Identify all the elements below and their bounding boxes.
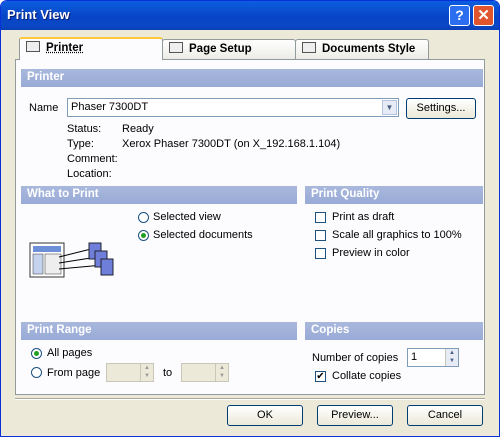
divider — [15, 398, 485, 400]
stepper-arrows-icon[interactable]: ▲ ▼ — [215, 364, 228, 381]
stepper-arrows-icon[interactable]: ▲ ▼ — [445, 349, 458, 366]
ok-button[interactable]: OK — [227, 405, 303, 426]
print-as-draft-checkbox[interactable] — [315, 212, 326, 223]
title-bar: Print View ? ✕ — [1, 1, 499, 30]
collate-copies-label[interactable]: Collate copies — [332, 370, 401, 382]
number-of-copies-label: Number of copies — [312, 352, 399, 364]
copies-header: Copies — [305, 322, 483, 340]
window-title: Print View — [7, 7, 70, 22]
from-page-stepper[interactable]: ▲ ▼ — [106, 363, 154, 382]
to-label: to — [163, 367, 173, 379]
tab-printer[interactable]: Printer — [19, 37, 163, 60]
preview-in-color-label[interactable]: Preview in color — [332, 247, 410, 259]
printer-section-header: Printer — [21, 69, 483, 87]
from-page-label[interactable]: From page — [47, 367, 100, 379]
status-label: Status: — [67, 123, 102, 135]
documents-style-icon — [302, 42, 316, 53]
printer-name-select[interactable]: Phaser 7300DT ▼ — [67, 98, 399, 117]
comment-label: Comment: — [67, 153, 118, 165]
number-of-copies-stepper[interactable]: 1 ▲ ▼ — [407, 348, 459, 367]
stepper-arrows-icon[interactable]: ▲ ▼ — [140, 364, 153, 381]
location-label: Location: — [67, 168, 112, 180]
all-pages-radio[interactable] — [31, 348, 42, 359]
all-pages-label[interactable]: All pages — [47, 347, 92, 359]
chevron-down-icon[interactable]: ▼ — [382, 100, 397, 115]
close-button[interactable]: ✕ — [473, 5, 494, 26]
what-to-print-header: What to Print — [21, 186, 297, 204]
printer-name-value: Phaser 7300DT — [71, 101, 149, 113]
cancel-button[interactable]: Cancel — [407, 405, 483, 426]
type-label: Type: — [67, 138, 94, 150]
settings-button[interactable]: Settings... — [406, 98, 476, 119]
selected-documents-label[interactable]: Selected documents — [153, 229, 253, 241]
page-setup-icon — [169, 42, 183, 53]
selected-view-radio[interactable] — [138, 212, 149, 223]
tab-page-setup[interactable]: Page Setup — [162, 39, 296, 59]
selected-view-label[interactable]: Selected view — [153, 211, 221, 223]
print-as-draft-label[interactable]: Print as draft — [332, 211, 394, 223]
help-button[interactable]: ? — [449, 5, 470, 26]
scale-graphics-label[interactable]: Scale all graphics to 100% — [332, 229, 462, 241]
printer-icon — [26, 41, 40, 52]
status-value: Ready — [122, 123, 154, 135]
tab-documents-style[interactable]: Documents Style — [295, 39, 429, 59]
print-view-dialog: Print View ? ✕ Printer Page Setup Docume… — [0, 0, 500, 437]
to-page-stepper[interactable]: ▲ ▼ — [181, 363, 229, 382]
collate-copies-checkbox[interactable]: ✔ — [315, 371, 326, 382]
from-page-radio[interactable] — [31, 367, 42, 378]
print-range-header: Print Range — [21, 322, 297, 340]
type-value: Xerox Phaser 7300DT (on X_192.168.1.104) — [122, 138, 341, 150]
scale-graphics-checkbox[interactable] — [315, 230, 326, 241]
preview-in-color-checkbox[interactable] — [315, 248, 326, 259]
selected-documents-radio[interactable] — [138, 230, 149, 241]
print-quality-header: Print Quality — [305, 186, 483, 204]
preview-button[interactable]: Preview... — [317, 405, 393, 426]
documents-diagram-icon — [29, 242, 114, 278]
name-label: Name — [29, 102, 59, 114]
number-of-copies-value[interactable]: 1 — [411, 351, 417, 363]
